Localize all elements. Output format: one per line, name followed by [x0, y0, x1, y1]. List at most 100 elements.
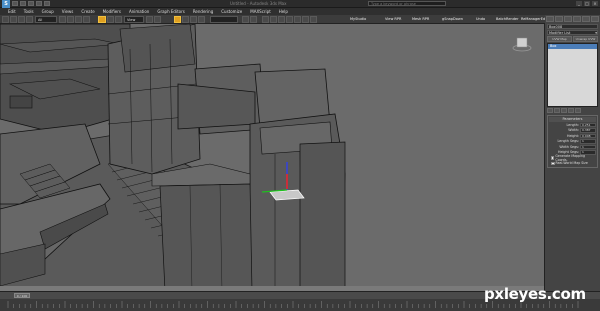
- menu-create[interactable]: Create: [77, 8, 98, 15]
- show-end-result-icon[interactable]: [554, 108, 560, 113]
- configure-sets-icon[interactable]: [575, 108, 581, 113]
- spinner-snap-icon[interactable]: [198, 16, 205, 23]
- command-panel-tabs: [545, 15, 600, 23]
- render-production-icon[interactable]: [310, 16, 317, 23]
- undo-icon[interactable]: [36, 1, 42, 6]
- redo-icon[interactable]: [10, 16, 17, 23]
- toolbar-item-gsnapdown[interactable]: gSnapDown: [442, 17, 463, 21]
- menu-group[interactable]: Group: [38, 8, 58, 15]
- create-tab-icon[interactable]: [546, 16, 554, 22]
- menu-customize[interactable]: Customize: [217, 8, 246, 15]
- modifier-list-dropdown[interactable]: Modifier List ▾: [547, 30, 598, 35]
- search-input[interactable]: Type a keyword or phrase: [368, 1, 446, 6]
- time-slider-thumb[interactable]: 0 / 100: [14, 293, 30, 298]
- modify-tab-icon[interactable]: [555, 16, 563, 22]
- save-file-icon[interactable]: [28, 1, 34, 6]
- schematic-view-icon[interactable]: [278, 16, 285, 23]
- redo-icon[interactable]: [44, 1, 50, 6]
- toolbar-item-mystudio[interactable]: MyStudio: [350, 17, 366, 21]
- length-input[interactable]: 0.251: [580, 122, 596, 127]
- toolbar-item-mesh-rpr[interactable]: Mesh RPR: [412, 17, 429, 21]
- generate-mapping-checkbox[interactable]: Generate Mapping Coords.: [551, 154, 596, 162]
- toolbar-item-batchrender[interactable]: BatchRender: [496, 17, 519, 21]
- window-controls: _ □ ×: [576, 1, 598, 6]
- move-icon[interactable]: [98, 16, 106, 23]
- window-title: Untitled - Autodesk 3ds Max: [230, 1, 287, 6]
- watermark-text: pxleyes.com: [484, 285, 586, 303]
- mirror-icon[interactable]: [242, 16, 249, 23]
- layer-manager-icon[interactable]: [262, 16, 269, 23]
- display-tab-icon[interactable]: [582, 16, 590, 22]
- window-crossing-icon[interactable]: [83, 16, 90, 23]
- checkbox-icon: [551, 156, 555, 160]
- main-toolbar: All View MyStudio View RPR Mesh RPR gSna…: [0, 15, 600, 24]
- make-unique-icon[interactable]: [561, 108, 567, 113]
- rotate-icon[interactable]: [107, 16, 114, 23]
- param-label: Height:: [566, 133, 579, 138]
- new-file-icon[interactable]: [12, 1, 18, 6]
- pin-stack-icon[interactable]: [547, 108, 553, 113]
- menu-rendering[interactable]: Rendering: [189, 8, 217, 15]
- menu-edit[interactable]: Edit: [4, 8, 20, 15]
- scale-icon[interactable]: [115, 16, 122, 23]
- select-object-icon[interactable]: [59, 16, 66, 23]
- motion-tab-icon[interactable]: [573, 16, 581, 22]
- uvw-map-button[interactable]: UVW Map: [547, 36, 572, 42]
- percent-snap-icon[interactable]: [190, 16, 197, 23]
- maximize-button[interactable]: □: [584, 1, 590, 6]
- modifier-list-label: Modifier List: [549, 31, 571, 35]
- stack-item-box[interactable]: Box: [548, 44, 597, 49]
- param-label: Length Segs:: [557, 139, 579, 144]
- menu-bar: Edit Tools Group Views Create Modifiers …: [0, 8, 600, 15]
- minimize-button[interactable]: _: [576, 1, 582, 6]
- toolbar-item-view-rpr[interactable]: View RPR: [385, 17, 401, 21]
- menu-modifiers[interactable]: Modifiers: [99, 8, 125, 15]
- menu-help[interactable]: Help: [275, 8, 292, 15]
- select-by-name-icon[interactable]: [67, 16, 74, 23]
- undo-icon[interactable]: [2, 16, 9, 23]
- object-name-field[interactable]: Box008: [547, 24, 598, 29]
- close-button[interactable]: ×: [592, 1, 598, 6]
- named-selection-dropdown[interactable]: [210, 16, 238, 23]
- remove-modifier-icon[interactable]: [568, 108, 574, 113]
- curve-editor-icon[interactable]: [270, 16, 277, 23]
- hierarchy-tab-icon[interactable]: [564, 16, 572, 22]
- menu-views[interactable]: Views: [58, 8, 78, 15]
- render-frame-icon[interactable]: [302, 16, 309, 23]
- snap-toggle-icon[interactable]: [174, 16, 181, 23]
- stack-toolbar: [547, 108, 598, 113]
- rectangular-selection-icon[interactable]: [75, 16, 82, 23]
- menu-maxscript[interactable]: MAXScript: [246, 8, 275, 15]
- param-label: Length:: [566, 122, 579, 127]
- viewport-scene: [0, 24, 544, 291]
- height-input[interactable]: 0.008: [580, 133, 596, 138]
- parameters-rollout: Parameters Length: 0.251 Width: 0.387 Heig…: [547, 115, 598, 168]
- quick-access-toolbar: [12, 1, 50, 6]
- width-segs-input[interactable]: 1: [580, 144, 596, 149]
- utilities-tab-icon[interactable]: [591, 16, 599, 22]
- menu-animation[interactable]: Animation: [125, 8, 153, 15]
- modifier-buttons: UVW Map Unwrap UVW: [547, 36, 598, 42]
- unwrap-uvw-button[interactable]: Unwrap UVW: [573, 36, 598, 42]
- unlink-icon[interactable]: [26, 16, 33, 23]
- toolbar-item-undo[interactable]: Undo: [476, 17, 485, 21]
- perspective-viewport[interactable]: [0, 24, 545, 291]
- checkbox-icon: [551, 161, 555, 165]
- selection-filter-dropdown[interactable]: All: [35, 16, 57, 23]
- link-icon[interactable]: [18, 16, 25, 23]
- align-icon[interactable]: [250, 16, 257, 23]
- select-manipulate-icon[interactable]: [154, 16, 161, 23]
- app-logo-icon[interactable]: S: [2, 0, 10, 8]
- title-bar: S Untitled - Autodesk 3ds Max Type a key…: [0, 0, 600, 8]
- command-panel: Box008 Modifier List ▾ UVW Map Unwrap UV…: [545, 15, 600, 291]
- length-segs-input[interactable]: 1: [580, 139, 596, 144]
- render-setup-icon[interactable]: [294, 16, 301, 23]
- material-editor-icon[interactable]: [286, 16, 293, 23]
- angle-snap-icon[interactable]: [182, 16, 189, 23]
- menu-tools[interactable]: Tools: [20, 8, 38, 15]
- width-input[interactable]: 0.387: [580, 128, 596, 133]
- pivot-icon[interactable]: [146, 16, 153, 23]
- open-file-icon[interactable]: [20, 1, 26, 6]
- reference-coord-dropdown[interactable]: View: [124, 16, 144, 23]
- menu-graph-editors[interactable]: Graph Editors: [153, 8, 188, 15]
